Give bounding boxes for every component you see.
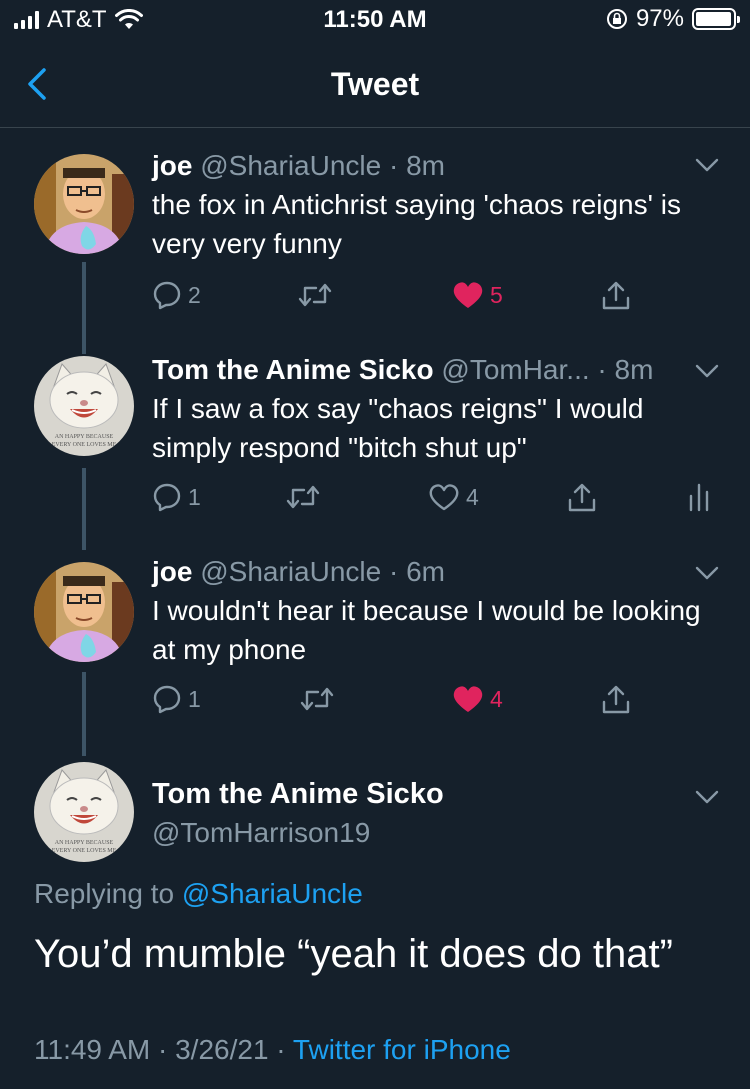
status-right: 97% xyxy=(606,5,740,33)
separator: · xyxy=(597,354,607,385)
tweet-text: I wouldn't hear it because I would be lo… xyxy=(152,595,701,665)
author-handle[interactable]: @TomHar... xyxy=(441,354,589,385)
author-handle[interactable]: @TomHarrison19 xyxy=(152,817,720,849)
reply-icon xyxy=(152,280,182,310)
heart-icon xyxy=(452,280,484,310)
tweet-time: 8m xyxy=(614,354,654,385)
author-name[interactable]: Tom the Anime Sicko xyxy=(152,778,720,811)
page-title: Tweet xyxy=(330,66,420,102)
author-handle[interactable]: @ShariaUncle xyxy=(200,556,381,587)
author-name[interactable]: joe xyxy=(152,150,192,181)
tweet-header: joe @ShariaUncle · 6m xyxy=(152,554,720,590)
thread-line xyxy=(82,672,86,756)
share-icon xyxy=(600,684,632,716)
reply-count: 2 xyxy=(188,281,201,308)
nav-bar: Tweet xyxy=(0,44,750,128)
tweet-body: Tom the Anime Sicko @TomHar... · 8m If I… xyxy=(152,352,690,467)
reply-button[interactable]: 1 xyxy=(152,684,201,714)
tweet-1[interactable]: joe @ShariaUncle · 8m the fox in Antichr… xyxy=(0,140,750,354)
thread-line xyxy=(82,468,86,550)
reply-button[interactable]: 2 xyxy=(152,280,201,310)
replying-handle-link[interactable]: @ShariaUncle xyxy=(182,878,363,909)
reply-count: 1 xyxy=(188,685,201,712)
battery-icon xyxy=(692,8,740,30)
separator: · xyxy=(388,150,399,181)
tweet-2[interactable]: Tom the Anime Sicko @TomHar... · 8m If I… xyxy=(0,350,750,550)
tweet-time: 8m xyxy=(406,150,445,181)
share-button[interactable] xyxy=(600,684,632,716)
analytics-button[interactable] xyxy=(684,482,714,512)
tweet-actions: 1 4 xyxy=(152,684,722,724)
share-button[interactable] xyxy=(600,280,632,312)
like-count: 5 xyxy=(490,281,503,308)
avatar[interactable] xyxy=(34,562,134,662)
like-count: 4 xyxy=(466,483,479,510)
tweet-header: Tom the Anime Sicko @TomHar... · 8m xyxy=(152,352,690,388)
author-handle[interactable]: @ShariaUncle xyxy=(200,150,381,181)
share-icon xyxy=(566,482,598,514)
author-name[interactable]: joe xyxy=(152,556,192,587)
replying-prefix: Replying to xyxy=(34,878,175,909)
heart-icon xyxy=(452,684,484,714)
status-bar: AT&T 11:50 AM 97% xyxy=(0,0,750,42)
reply-count: 1 xyxy=(188,483,201,510)
avatar[interactable] xyxy=(34,762,134,862)
retweet-icon xyxy=(286,482,320,512)
like-button[interactable]: 4 xyxy=(428,482,479,512)
caret-down-icon[interactable] xyxy=(694,358,720,384)
separator: · xyxy=(388,556,399,587)
thread-line xyxy=(82,262,86,354)
reply-button[interactable]: 1 xyxy=(152,482,201,512)
share-icon xyxy=(600,280,632,312)
main-author[interactable]: Tom the Anime Sicko @TomHarrison19 xyxy=(152,778,720,849)
rotation-lock-icon xyxy=(606,9,627,29)
like-count: 4 xyxy=(490,685,503,712)
retweet-button[interactable] xyxy=(298,280,332,310)
author-name[interactable]: Tom the Anime Sicko xyxy=(152,354,434,385)
heart-icon xyxy=(428,482,460,512)
avatar[interactable] xyxy=(34,356,134,456)
reply-icon xyxy=(152,482,182,512)
tweet-header: joe @ShariaUncle · 8m xyxy=(152,148,720,184)
main-tweet-text: You’d mumble “yeah it does do that” xyxy=(34,932,673,976)
retweet-button[interactable] xyxy=(300,684,334,714)
tweet-actions: 2 5 xyxy=(152,280,722,320)
retweet-icon xyxy=(298,280,332,310)
tweet-time: 6m xyxy=(406,556,445,587)
tweet-body: joe @ShariaUncle · 6m I wouldn't hear it… xyxy=(152,554,720,669)
tweet-meta: 11:49 AM · 3/26/21 · Twitter for iPhone xyxy=(34,1034,511,1066)
tweet-body: joe @ShariaUncle · 8m the fox in Antichr… xyxy=(152,148,720,263)
tweet-text: If I saw a fox say "chaos reigns" I woul… xyxy=(152,393,644,463)
like-button[interactable]: 4 xyxy=(452,684,503,714)
share-button[interactable] xyxy=(566,482,598,514)
tweet-source-link[interactable]: Twitter for iPhone xyxy=(293,1034,511,1065)
avatar[interactable] xyxy=(34,154,134,254)
retweet-icon xyxy=(300,684,334,714)
like-button[interactable]: 5 xyxy=(452,280,503,310)
tweet-timestamp: 11:49 AM · 3/26/21 · xyxy=(34,1034,286,1065)
analytics-icon xyxy=(684,482,714,512)
battery-percent: 97% xyxy=(635,5,684,32)
reply-icon xyxy=(152,684,182,714)
tweet-actions: 1 4 xyxy=(152,482,722,522)
replying-to: Replying to @ShariaUncle xyxy=(34,878,363,910)
tweet-3[interactable]: joe @ShariaUncle · 6m I wouldn't hear it… xyxy=(0,550,750,756)
retweet-button[interactable] xyxy=(286,482,320,512)
tweet-text: the fox in Antichrist saying 'chaos reig… xyxy=(152,189,681,259)
